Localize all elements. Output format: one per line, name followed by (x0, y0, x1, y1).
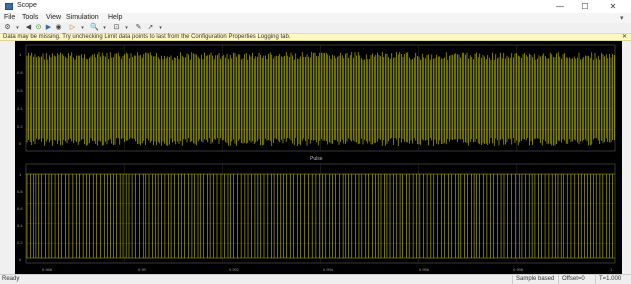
xtick: 0.988 (42, 267, 53, 272)
status-bar: Ready Sample based Offset=0 T=1.000 (0, 274, 631, 284)
xtick: 0.994 (323, 267, 334, 272)
status-offset: Offset=0 (558, 275, 585, 284)
top-ytick: 0.6 (17, 88, 23, 93)
xtick: 1 (610, 267, 613, 272)
bottom-grid (26, 164, 615, 263)
bottom-ytick: 0.4 (17, 223, 23, 228)
top-ytick: 1 (19, 52, 22, 57)
top-ytick: 0 (19, 141, 22, 146)
bottom-ytick: 0.2 (17, 240, 23, 245)
status-time: T=1.000 (595, 275, 621, 284)
bottom-ytick: 0.6 (17, 206, 23, 211)
top-grid (26, 45, 615, 151)
xtick: 0.996 (419, 267, 430, 272)
scope-plots-svg (25, 44, 616, 264)
pulse-plot-title: Pulse (310, 156, 323, 162)
xtick: 0.99 (138, 267, 146, 272)
top-ytick: 0.4 (17, 106, 23, 111)
top-ytick: 0.8 (17, 70, 23, 75)
status-ready: Ready (2, 276, 20, 282)
xtick: 0.992 (229, 267, 240, 272)
bottom-ytick: 0.8 (17, 189, 23, 194)
bottom-ytick: 0 (19, 257, 22, 262)
status-sample-mode: Sample based (512, 275, 554, 284)
xtick: 0.998 (513, 267, 524, 272)
top-ytick: 0.2 (17, 124, 23, 129)
bottom-ytick: 1 (19, 172, 22, 177)
